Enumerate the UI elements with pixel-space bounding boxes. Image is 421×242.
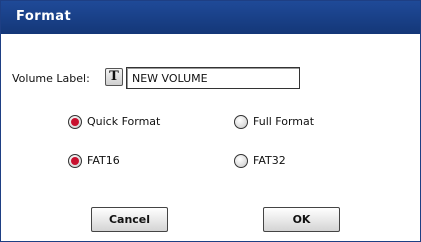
full-format-radio[interactable] — [234, 115, 248, 129]
dialog-title: Format — [16, 9, 72, 24]
format-dialog: Format Volume Label: T NEW VOLUME Quick … — [0, 0, 421, 242]
radio-selected-dot — [71, 157, 79, 165]
fat16-radio[interactable] — [68, 154, 82, 168]
volume-label-field[interactable]: NEW VOLUME — [126, 67, 300, 89]
fat32-label[interactable]: FAT32 — [253, 154, 286, 167]
text-edit-button[interactable]: T — [105, 68, 123, 86]
title-bar: Format — [1, 1, 420, 34]
fat32-radio[interactable] — [234, 154, 248, 168]
fat16-label[interactable]: FAT16 — [87, 154, 120, 167]
text-t-icon: T — [109, 69, 119, 84]
full-format-label[interactable]: Full Format — [253, 115, 314, 128]
quick-format-radio[interactable] — [68, 115, 82, 129]
volume-label-caption: Volume Label: — [12, 72, 90, 85]
quick-format-label[interactable]: Quick Format — [87, 115, 160, 128]
cancel-button[interactable]: Cancel — [91, 207, 168, 232]
volume-label-value: NEW VOLUME — [132, 72, 208, 85]
radio-selected-dot — [71, 118, 79, 126]
ok-button[interactable]: OK — [263, 207, 340, 232]
